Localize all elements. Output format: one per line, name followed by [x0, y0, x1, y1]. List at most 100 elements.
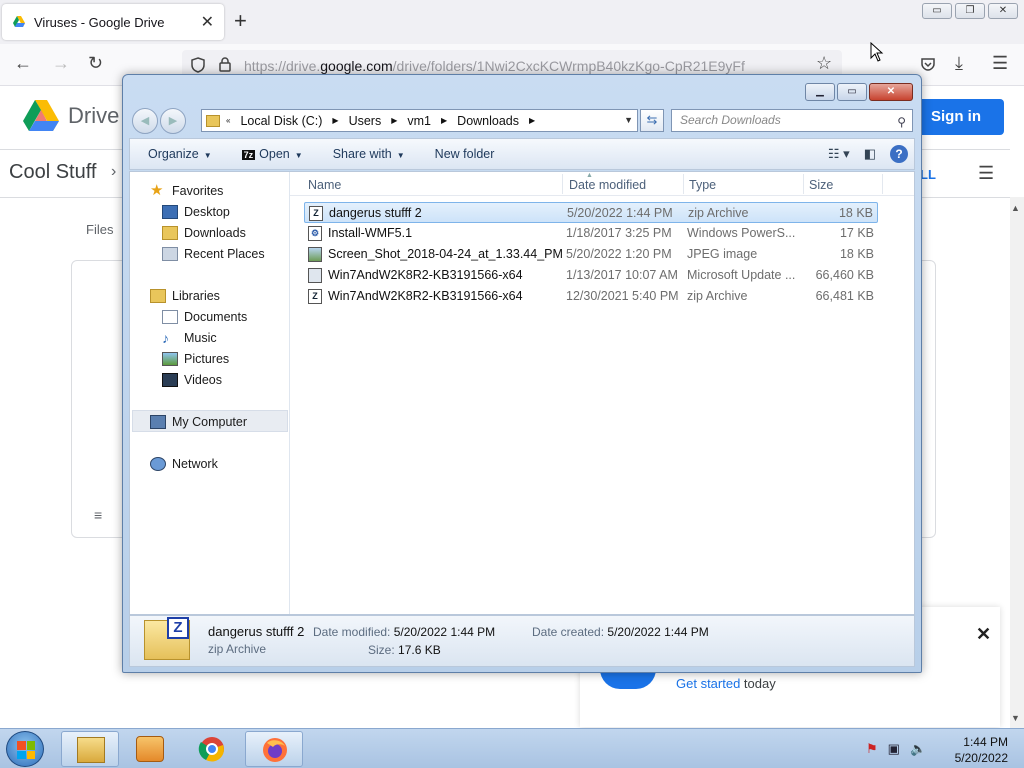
- nav-item-videos[interactable]: Videos: [162, 373, 222, 387]
- explorer-close-button[interactable]: ✕: [869, 83, 913, 101]
- network-tray-icon[interactable]: ▣: [888, 741, 900, 757]
- chrome-icon: [198, 737, 224, 762]
- column-type[interactable]: Type: [689, 178, 716, 192]
- search-input[interactable]: Search Downloads ⚲: [671, 109, 913, 132]
- menu-icon[interactable]: ☰: [992, 53, 1008, 74]
- page-scrollbar[interactable]: [1010, 197, 1024, 728]
- files-section-label: Files: [86, 222, 114, 237]
- address-dropdown-icon[interactable]: ▼: [624, 115, 633, 125]
- explorer-forward-button[interactable]: ▶: [160, 108, 186, 134]
- file-type: zip Archive: [687, 289, 748, 303]
- reload-icon[interactable]: ↻: [88, 53, 103, 74]
- breadcrumb-downloads[interactable]: Downloads: [457, 114, 519, 128]
- scroll-up-icon[interactable]: ▲: [1011, 203, 1020, 213]
- shield-icon[interactable]: [191, 57, 205, 73]
- file-row[interactable]: Screen_Shot_2018-04-24_at_1.33.44_PM 5/2…: [304, 244, 878, 265]
- file-size: 17 KB: [839, 226, 874, 240]
- column-separator[interactable]: [803, 174, 804, 194]
- tab-close-icon[interactable]: ✕: [201, 12, 214, 32]
- column-date-modified[interactable]: Date modified: [569, 178, 646, 192]
- breadcrumb-local-disk[interactable]: Local Disk (C:): [240, 114, 322, 128]
- action-center-icon[interactable]: ⚑: [866, 741, 878, 757]
- column-separator[interactable]: [882, 174, 883, 194]
- file-row[interactable]: Win7AndW2K8R2-KB3191566-x64 1/13/2017 10…: [304, 265, 878, 286]
- file-type: Windows PowerS...: [687, 226, 796, 240]
- network-icon: [150, 457, 166, 471]
- column-name[interactable]: Name: [308, 178, 341, 192]
- file-name: Install-WMF5.1: [328, 226, 413, 240]
- volume-icon[interactable]: 🔈: [910, 741, 926, 757]
- nav-item-pictures[interactable]: Pictures: [162, 352, 229, 366]
- drive-folder-title[interactable]: Cool Stuff: [9, 161, 96, 184]
- new-tab-button[interactable]: +: [234, 10, 247, 32]
- get-started-link[interactable]: Get started: [676, 676, 740, 691]
- share-with-button[interactable]: Share with ▼: [333, 147, 405, 161]
- minimize-button[interactable]: ▭: [922, 3, 952, 19]
- help-icon[interactable]: ?: [890, 145, 908, 163]
- chevron-right-icon[interactable]: ›: [111, 163, 116, 181]
- file-row[interactable]: ⚙ Install-WMF5.1 1/18/2017 3:25 PM Windo…: [304, 223, 878, 244]
- taskbar-explorer[interactable]: [61, 731, 119, 767]
- lock-icon[interactable]: [219, 57, 231, 72]
- list-view-icon[interactable]: ☰: [978, 163, 994, 184]
- explorer-back-button[interactable]: ◀: [132, 108, 158, 134]
- view-options-icon[interactable]: ☷ ▾: [828, 146, 850, 162]
- downloads-icon[interactable]: ⤓: [955, 53, 963, 74]
- drive-all-link[interactable]: LL: [920, 167, 936, 182]
- breadcrumb-vm1[interactable]: vm1: [407, 114, 431, 128]
- breadcrumb-separator-icon[interactable]: ▶: [529, 116, 535, 125]
- column-size[interactable]: Size: [809, 178, 833, 192]
- promo-close-icon[interactable]: ✕: [976, 624, 991, 645]
- nav-item-my-computer[interactable]: My Computer: [150, 415, 247, 429]
- windows-logo-icon: [17, 741, 35, 759]
- address-bar[interactable]: « Local Disk (C:) ▶ Users ▶ vm1 ▶ Downlo…: [201, 109, 638, 132]
- documents-icon: [162, 310, 178, 324]
- explorer-minimize-button[interactable]: ▁: [805, 83, 835, 101]
- image-icon: [308, 247, 322, 262]
- breadcrumb-overflow-icon[interactable]: «: [226, 116, 230, 125]
- system-clock[interactable]: 1:44 PM 5/20/2022: [938, 734, 1008, 766]
- sort-icon[interactable]: ≡: [94, 507, 102, 523]
- 7zip-icon: 7z: [241, 150, 256, 160]
- forward-arrow-icon[interactable]: →: [52, 53, 70, 74]
- nav-item-downloads[interactable]: Downloads: [162, 226, 246, 240]
- new-folder-button[interactable]: New folder: [435, 147, 495, 161]
- organize-button[interactable]: Organize ▼: [148, 147, 212, 161]
- breadcrumb-users[interactable]: Users: [349, 114, 382, 128]
- open-button[interactable]: 7z Open ▼: [241, 147, 303, 161]
- file-row[interactable]: Z Win7AndW2K8R2-KB3191566-x64 12/30/2021…: [304, 286, 878, 307]
- taskbar-chrome[interactable]: [183, 731, 241, 767]
- details-date-created: Date created: 5/20/2022 1:44 PM: [532, 625, 709, 639]
- close-window-button[interactable]: ✕: [988, 3, 1018, 19]
- nav-item-favorites[interactable]: ★ Favorites: [150, 183, 223, 198]
- breadcrumb-separator-icon[interactable]: ▶: [441, 116, 447, 125]
- taskbar-media-player[interactable]: [121, 731, 179, 767]
- back-arrow-icon[interactable]: ←: [14, 53, 32, 74]
- preview-pane-icon[interactable]: ◧: [864, 146, 876, 162]
- sign-in-button[interactable]: Sign in: [908, 99, 1004, 135]
- nav-item-libraries[interactable]: Libraries: [150, 289, 220, 303]
- explorer-maximize-button[interactable]: ▭: [837, 83, 867, 101]
- browser-tab[interactable]: Viruses - Google Drive ✕: [2, 4, 224, 40]
- nav-item-music[interactable]: ♪ Music: [162, 331, 217, 345]
- bookmark-star-icon[interactable]: ☆: [816, 53, 832, 74]
- nav-item-documents[interactable]: Documents: [162, 310, 247, 324]
- breadcrumb-separator-icon[interactable]: ▶: [391, 116, 397, 125]
- file-row[interactable]: Z dangerus stufff 2 5/20/2022 1:44 PM zi…: [304, 202, 878, 223]
- nav-item-network[interactable]: Network: [150, 457, 218, 471]
- breadcrumb-separator-icon[interactable]: ▶: [332, 116, 338, 125]
- taskbar-firefox[interactable]: [245, 731, 303, 767]
- file-date: 5/20/2022 1:20 PM: [566, 247, 672, 261]
- column-separator[interactable]: [562, 174, 563, 194]
- file-size: 66,460 KB: [815, 268, 874, 282]
- scroll-down-icon[interactable]: ▼: [1011, 713, 1020, 723]
- restore-button[interactable]: ❐: [955, 3, 985, 19]
- nav-item-desktop[interactable]: Desktop: [162, 205, 230, 219]
- pocket-icon[interactable]: [920, 56, 936, 72]
- search-icon[interactable]: ⚲: [897, 112, 906, 133]
- nav-item-recent-places[interactable]: Recent Places: [162, 247, 265, 261]
- clock-date: 5/20/2022: [954, 751, 1008, 765]
- start-button[interactable]: [6, 731, 44, 767]
- refresh-button[interactable]: ⇆: [640, 109, 664, 132]
- column-separator[interactable]: [683, 174, 684, 194]
